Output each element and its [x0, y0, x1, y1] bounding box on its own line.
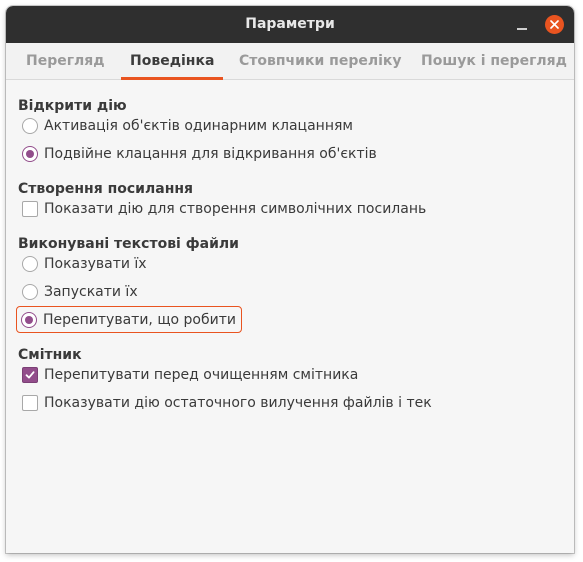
checkbox[interactable] — [22, 395, 38, 411]
radio-label: Показувати їх — [44, 256, 147, 272]
radio-display-them[interactable]: Показувати їх — [22, 253, 147, 275]
behavior-page: Відкрити дію Активація об'єктів одинарни… — [6, 81, 574, 553]
tab-behavior[interactable]: Поведінка — [120, 43, 224, 80]
section-title-open-action: Відкрити дію — [18, 98, 127, 114]
checkbox[interactable] — [22, 201, 38, 217]
section-title-executable-text: Виконувані текстові файли — [18, 236, 239, 252]
checkbox[interactable] — [22, 367, 38, 383]
radio-single-click[interactable]: Активація об'єктів одинарним клацанням — [22, 115, 353, 137]
radio-button[interactable] — [22, 284, 38, 300]
radio-label: Перепитувати, що робити — [43, 311, 236, 328]
checkbox-label: Показувати дію остаточного вилучення фай… — [44, 395, 432, 411]
radio-label: Подвійне клацання для відкривання об'єкт… — [44, 146, 377, 162]
tab-list-columns[interactable]: Стовпчики переліку — [239, 43, 402, 79]
checkbox-show-symlink-action[interactable]: Показати дію для створення символічних п… — [22, 198, 426, 220]
radio-button[interactable] — [22, 256, 38, 272]
section-title-link-creation: Створення посилання — [18, 181, 194, 197]
close-icon — [550, 20, 559, 29]
checkbox-show-permanent-delete[interactable]: Показувати дію остаточного вилучення фай… — [22, 392, 432, 414]
tab-search-preview[interactable]: Пошук і перегляд — [421, 43, 567, 79]
radio-button[interactable] — [22, 146, 38, 162]
preferences-window: Параметри Перегляд Поведінка Стовпчики п… — [6, 6, 574, 553]
tab-view[interactable]: Перегляд — [26, 43, 105, 79]
radio-double-click[interactable]: Подвійне клацання для відкривання об'єкт… — [22, 143, 377, 165]
window-title: Параметри — [245, 16, 335, 32]
section-title-trash: Смітник — [18, 347, 82, 363]
tab-bar: Перегляд Поведінка Стовпчики переліку По… — [6, 43, 574, 80]
radio-run-them[interactable]: Запускати їх — [22, 281, 138, 303]
radio-button[interactable] — [22, 118, 38, 134]
radio-label: Активація об'єктів одинарним клацанням — [44, 118, 353, 134]
close-button[interactable] — [545, 15, 564, 34]
radio-button[interactable] — [21, 311, 37, 328]
radio-ask-what-to-do[interactable]: Перепитувати, що робити — [16, 306, 242, 333]
checkbox-label: Перепитувати перед очищенням смітника — [44, 367, 359, 383]
radio-label: Запускати їх — [44, 284, 138, 300]
title-bar[interactable]: Параметри — [6, 6, 574, 43]
minimize-button[interactable] — [514, 17, 530, 33]
checkbox-label: Показати дію для створення символічних п… — [44, 201, 427, 217]
checkmark-icon — [25, 371, 35, 379]
checkbox-ask-before-emptying-trash[interactable]: Перепитувати перед очищенням смітника — [22, 364, 358, 386]
